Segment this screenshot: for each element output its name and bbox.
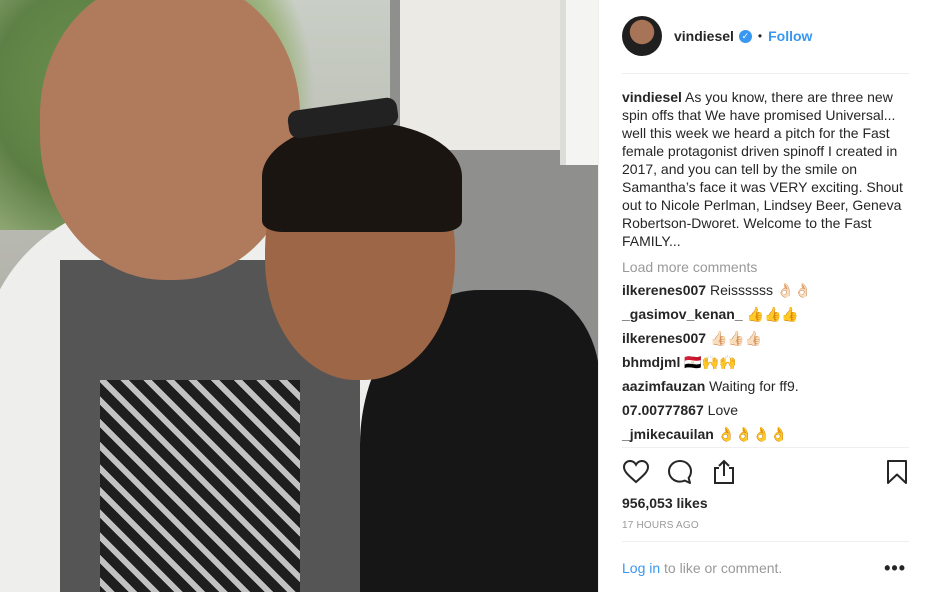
comment-username[interactable]: _jmikecauilan [622, 426, 714, 442]
comment-username[interactable]: _gasimov_kenan_ [622, 306, 743, 322]
caption-username[interactable]: vindiesel [622, 89, 682, 105]
comment-text: 👌👌👌👌 [717, 426, 788, 442]
comment-list: ilkerenes007 Reissssss 👌🏻👌🏻 _gasimov_kena… [622, 281, 909, 443]
post-actions [622, 458, 909, 488]
share-icon[interactable] [710, 458, 738, 486]
bookmark-icon[interactable] [883, 458, 911, 486]
comment-text: 👍🏻👍🏻👍🏻 [709, 330, 763, 346]
login-suffix: to like or comment. [660, 560, 783, 576]
comment-username[interactable]: bhmdjml [622, 354, 680, 370]
comment-icon[interactable] [666, 458, 694, 486]
header-dot-separator: • [757, 29, 763, 43]
comment-text: 👍👍👍 [746, 306, 799, 322]
header-divider [622, 73, 909, 74]
comment-text: Waiting for ff9. [709, 378, 799, 394]
header-username[interactable]: vindiesel [674, 28, 734, 44]
photo-man-head [40, 0, 300, 280]
instagram-post: vindiesel ✓ • Follow vindiesel As you kn… [0, 0, 932, 592]
post-header: vindiesel ✓ • Follow [622, 15, 909, 57]
follow-button[interactable]: Follow [768, 28, 812, 44]
comment-username[interactable]: ilkerenes007 [622, 282, 706, 298]
post-sidebar: vindiesel ✓ • Follow vindiesel As you kn… [598, 0, 932, 592]
comment-row: _gasimov_kenan_ 👍👍👍 [622, 305, 909, 323]
comment-row: 07.00777867 Love [622, 401, 909, 419]
comment-row: ilkerenes007 Reissssss 👌🏻👌🏻 [622, 281, 909, 299]
comment-text: Reissssss 👌🏻👌🏻 [709, 282, 812, 298]
photo-woman-hair [262, 122, 462, 232]
comment-text: 🇪🇬🙌🙌 [684, 354, 737, 370]
actions-divider [622, 447, 909, 448]
footer-divider [622, 541, 909, 542]
photo-wall-light [400, 0, 570, 150]
comment-text: Love [707, 402, 739, 418]
comment-row: ilkerenes007 👍🏻👍🏻👍🏻 [622, 329, 909, 347]
post-photo[interactable] [0, 0, 598, 592]
heart-icon[interactable] [622, 458, 650, 486]
photo-window [560, 0, 598, 165]
comment-row: aazimfauzan Waiting for ff9. [622, 377, 909, 395]
likes-count[interactable]: 956,053 likes [622, 495, 708, 511]
comment-row: bhmdjml 🇪🇬🙌🙌 [622, 353, 909, 371]
more-icon[interactable]: ••• [884, 558, 906, 579]
login-prompt: Log in to like or comment. [622, 560, 782, 576]
login-link[interactable]: Log in [622, 560, 660, 576]
avatar[interactable] [622, 16, 662, 56]
post-timestamp[interactable]: 17 HOURS AGO [622, 520, 699, 531]
comment-username[interactable]: aazimfauzan [622, 378, 705, 394]
caption-text: As you know, there are three new spin of… [622, 89, 903, 249]
caption: vindiesel As you know, there are three n… [622, 88, 909, 250]
photo-shirt-print [100, 380, 300, 592]
comment-username[interactable]: ilkerenes007 [622, 330, 706, 346]
comment-username[interactable]: 07.00777867 [622, 402, 704, 418]
comment-row: _jmikecauilan 👌👌👌👌 [622, 425, 909, 443]
comments-section: vindiesel As you know, there are three n… [622, 88, 909, 443]
load-more-comments-button[interactable]: Load more comments [622, 259, 909, 275]
verified-icon: ✓ [738, 29, 752, 43]
